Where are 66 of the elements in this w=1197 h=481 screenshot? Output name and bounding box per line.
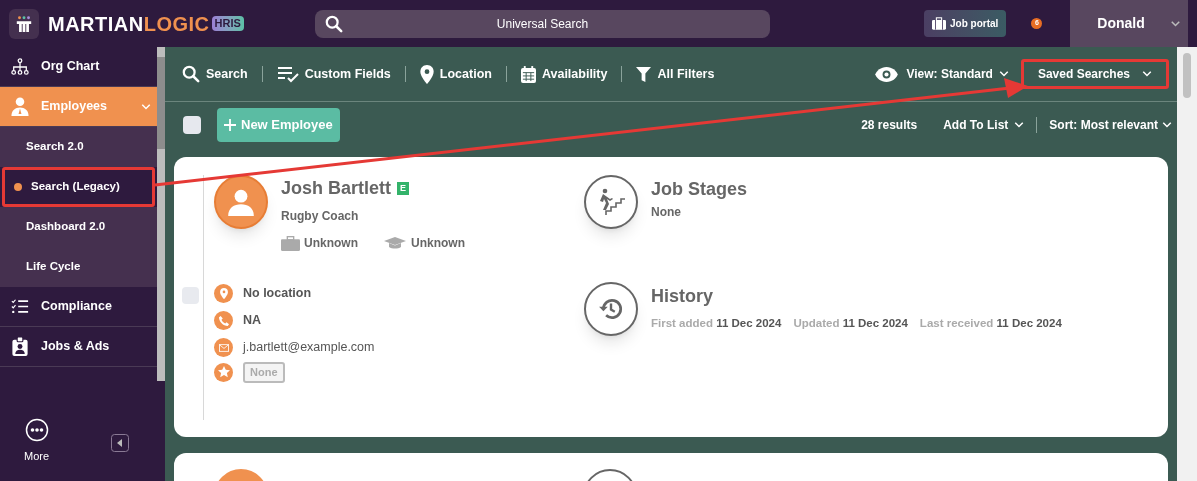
page-scrollbar[interactable] <box>1177 47 1197 481</box>
logo-tag: HRIS <box>211 16 244 31</box>
envelope-icon <box>214 338 233 357</box>
chevron-down-icon <box>998 71 1009 77</box>
search-icon <box>182 65 200 83</box>
saved-searches-dropdown[interactable]: Saved Searches <box>1020 59 1169 89</box>
org-chart-icon <box>11 57 29 76</box>
chevron-down-icon <box>141 103 151 110</box>
checklist-icon <box>11 299 29 314</box>
logo-icon <box>9 8 39 39</box>
more-label: More <box>24 448 50 464</box>
view-dropdown[interactable]: View: Standard <box>906 65 1009 83</box>
history-entry: Updated 11 Dec 2024 <box>793 316 908 331</box>
checklist-icon <box>276 65 299 83</box>
job-title: Rugby Coach <box>281 208 360 225</box>
filter-button[interactable]: Search <box>182 64 248 84</box>
chevron-down-icon <box>1162 122 1172 128</box>
work-status: Unknown <box>304 235 358 252</box>
logo-wordmark: MARTIANLOGIC <box>48 13 210 34</box>
history-entry: Last received 11 Dec 2024 <box>919 316 1062 331</box>
calendar-icon <box>520 65 536 83</box>
sort-dropdown[interactable]: Sort: Most relevant <box>1049 116 1172 134</box>
location-text: No location <box>243 285 312 303</box>
filter-icon <box>636 66 652 82</box>
sidebar-scrollbar[interactable] <box>157 47 165 381</box>
chevron-down-icon <box>1014 122 1025 128</box>
results-count: 28 results <box>861 117 918 134</box>
graduation-cap-icon <box>384 237 406 249</box>
plus-icon <box>224 119 236 131</box>
history-icon <box>584 282 638 336</box>
avatar <box>214 175 268 229</box>
phone-icon <box>214 311 233 330</box>
filter-button[interactable]: Availability <box>520 64 608 84</box>
employee-tag: E <box>397 182 410 195</box>
user-menu[interactable]: Donald <box>1070 0 1189 47</box>
id-badge-icon <box>11 337 29 356</box>
employee-name[interactable]: Josh Bartlett <box>281 175 392 202</box>
sidebar-subitem[interactable]: Dashboard 2.0 <box>0 207 157 247</box>
education-status: Unknown <box>411 235 465 252</box>
section-title: History <box>651 285 714 308</box>
phone-text: NA <box>243 312 262 330</box>
search-field[interactable]: Universal Search <box>315 9 770 38</box>
chevron-down-icon <box>1142 71 1152 77</box>
eye-icon <box>875 66 899 82</box>
briefcase-icon <box>932 17 946 30</box>
location-pin-icon <box>419 64 434 84</box>
chevron-down-icon <box>1171 20 1181 27</box>
job-stages-value: None <box>651 204 682 221</box>
briefcase-icon <box>281 235 300 251</box>
add-to-list-dropdown[interactable]: Add To List <box>943 116 1025 134</box>
sidebar-subitem[interactable]: Search (Legacy) <box>2 167 155 207</box>
filter-button[interactable]: Location <box>419 64 492 84</box>
location-pin-icon <box>214 284 233 303</box>
select-all-checkbox[interactable] <box>183 116 201 134</box>
history-entry: First added 11 Dec 2024 <box>651 316 782 331</box>
job-portal-button[interactable]: Job portal <box>924 10 1007 37</box>
filter-button[interactable]: All Filters <box>636 64 715 84</box>
section-title: Job Stages <box>651 178 748 201</box>
collapse-icon[interactable] <box>111 434 129 452</box>
sidebar-subitem[interactable]: Search 2.0 <box>0 127 157 167</box>
stairs-climber-icon <box>584 175 638 229</box>
more-icon[interactable] <box>24 417 49 442</box>
sidebar-subitem[interactable]: Life Cycle <box>0 247 157 287</box>
email-link[interactable]: j.bartlett@example.com <box>243 338 375 357</box>
person-icon <box>11 97 29 116</box>
filter-button[interactable]: Custom Fields <box>276 64 391 84</box>
